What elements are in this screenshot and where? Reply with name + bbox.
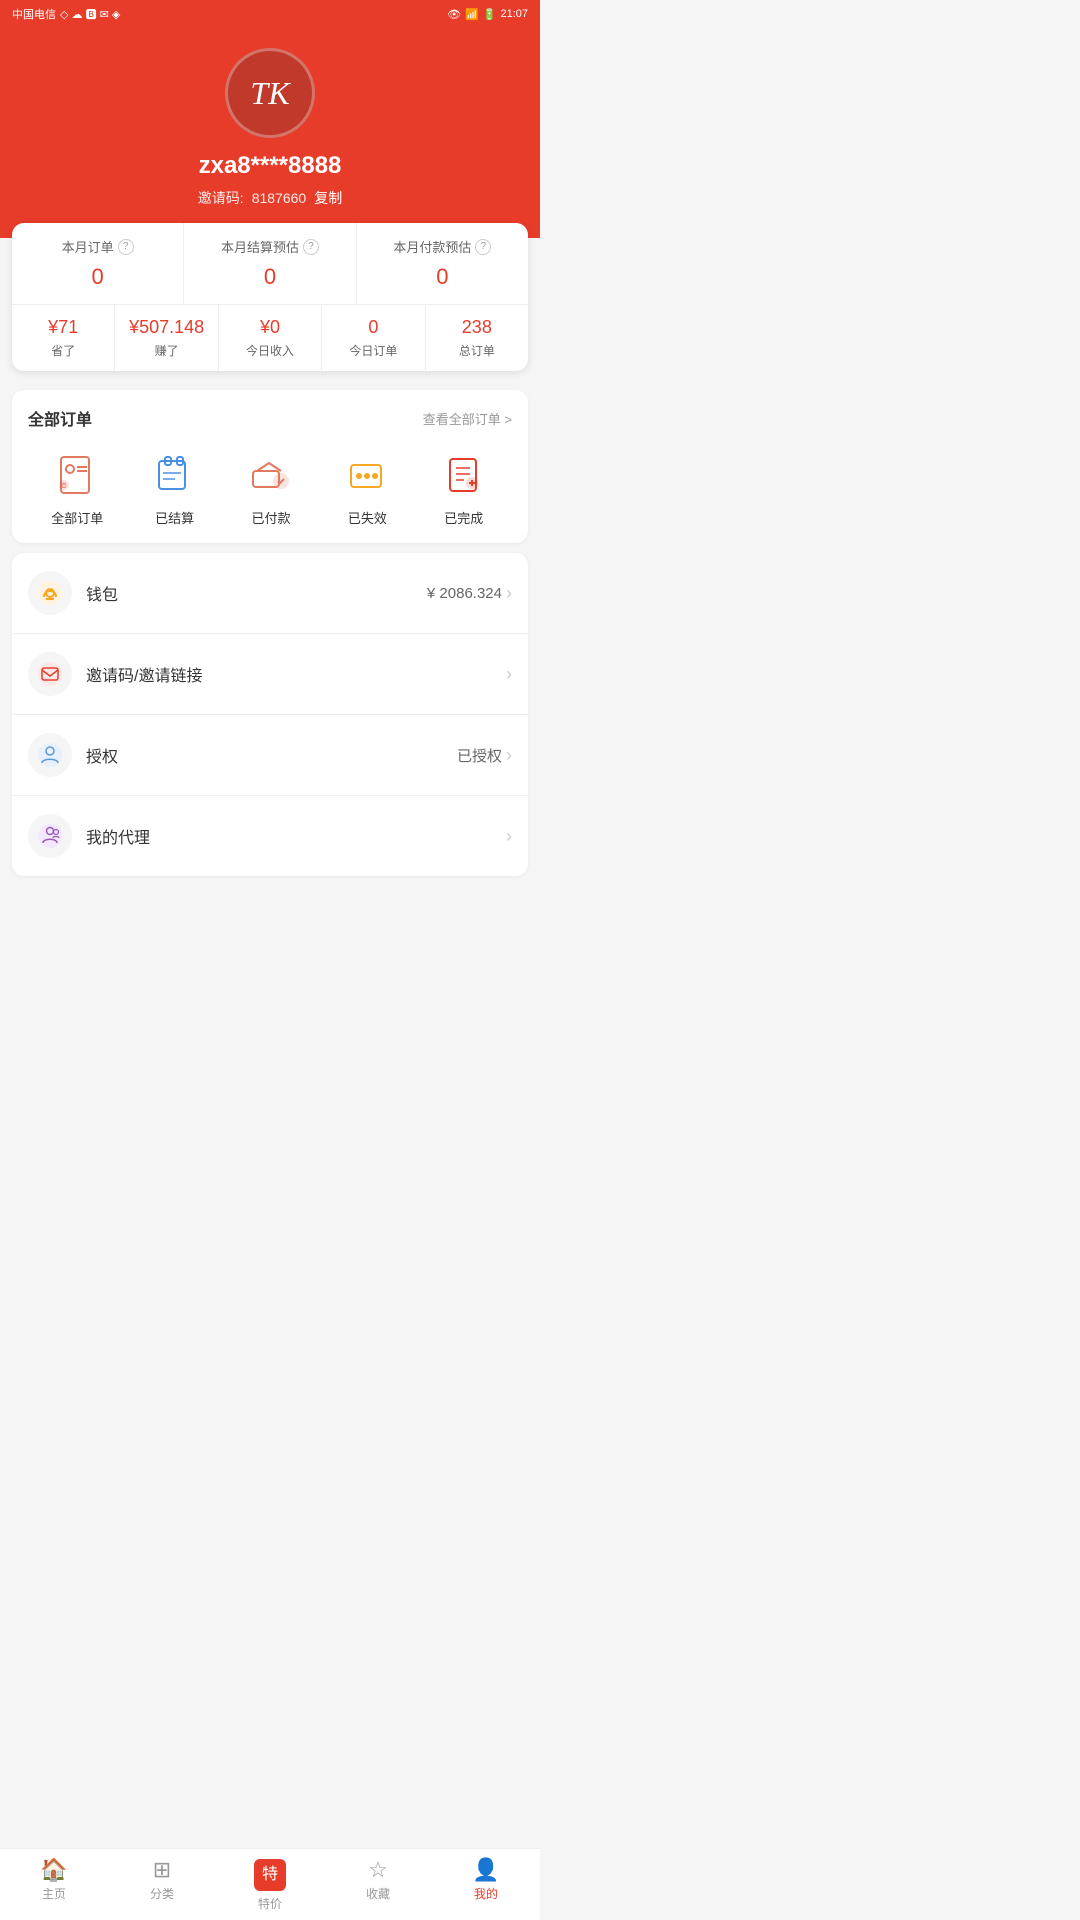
nav-label-deals: 特价 bbox=[258, 1895, 282, 1912]
home-icon: 🏠 bbox=[40, 1859, 67, 1881]
eye-icon: 👁 bbox=[447, 8, 461, 21]
invite-code-value: 8187660 bbox=[252, 190, 307, 206]
auth-value: 已授权 bbox=[457, 745, 502, 766]
stat-monthly-payment-value: 0 bbox=[365, 264, 520, 290]
copy-button[interactable]: 复制 bbox=[314, 188, 342, 208]
mine-icon: 👤 bbox=[472, 1859, 499, 1881]
profile-header: TK zxa8****8888 邀请码: 8187660 复制 bbox=[0, 28, 540, 238]
settled-icon bbox=[150, 450, 200, 500]
category-icon: ⊞ bbox=[153, 1859, 171, 1881]
wallet-icon-wrap bbox=[28, 571, 72, 615]
help-icon-1[interactable]: ? bbox=[303, 239, 319, 255]
stat-monthly-settlement-value: 0 bbox=[192, 264, 347, 290]
status-bar: 中国电信 ◇ ☁ 🅱 ✉ ◈ 👁 📶 🔋 21:07 bbox=[0, 0, 540, 28]
paid-icon bbox=[246, 450, 296, 500]
expired-label: 已失效 bbox=[348, 508, 387, 527]
chevron-right-icon-3: › bbox=[506, 745, 512, 766]
avatar: TK bbox=[225, 48, 315, 138]
chevron-right-icon: › bbox=[506, 583, 512, 604]
menu-list: 钱包 ¥ 2086.324 › 邀请码/邀请链接 › bbox=[12, 553, 528, 876]
stats-top-row: 本月订单 ? 0 本月结算预估 ? 0 本月付款预估 ? 0 bbox=[12, 223, 528, 305]
help-icon-2[interactable]: ? bbox=[475, 239, 491, 255]
nav-item-category[interactable]: ⊞ 分类 bbox=[108, 1849, 216, 1920]
chevron-right-icon-4: › bbox=[506, 826, 512, 847]
orders-section: 全部订单 查看全部订单 > ⏱ 全部订单 bbox=[12, 390, 528, 543]
deals-icon: 特 bbox=[254, 1859, 286, 1891]
order-type-expired[interactable]: 已失效 bbox=[342, 450, 392, 527]
agent-label: 我的代理 bbox=[86, 824, 506, 848]
nav-item-deals[interactable]: 特 特价 bbox=[216, 1849, 324, 1920]
battery-icon: 🔋 bbox=[483, 8, 497, 21]
stat-monthly-orders-value: 0 bbox=[20, 264, 175, 290]
expired-icon bbox=[342, 450, 392, 500]
all-orders-label: 全部订单 bbox=[51, 508, 103, 527]
order-type-settled[interactable]: 已结算 bbox=[150, 450, 200, 527]
paid-label: 已付款 bbox=[251, 508, 290, 527]
agent-right: › bbox=[506, 826, 512, 847]
signal-icons: ◇ ☁ 🅱 ✉ ◈ bbox=[60, 6, 120, 22]
time-text: 21:07 bbox=[500, 8, 528, 20]
stat-today-income: ¥0 今日收入 bbox=[219, 305, 322, 371]
wifi-icon: 📶 bbox=[465, 8, 479, 21]
all-orders-icon: ⏱ bbox=[52, 450, 102, 500]
stat-saved: ¥71 省了 bbox=[12, 305, 115, 371]
nav-label-mine: 我的 bbox=[474, 1885, 498, 1902]
completed-icon bbox=[439, 450, 489, 500]
invite-label: 邀请码/邀请链接 bbox=[86, 662, 506, 686]
stat-monthly-payment: 本月付款预估 ? 0 bbox=[357, 223, 528, 304]
stat-monthly-settlement: 本月结算预估 ? 0 bbox=[184, 223, 356, 304]
nav-label-home: 主页 bbox=[42, 1885, 66, 1902]
order-icons-row: ⏱ 全部订单 已结算 bbox=[28, 450, 512, 527]
status-left: 中国电信 ◇ ☁ 🅱 ✉ ◈ bbox=[12, 6, 120, 22]
svg-text:⏱: ⏱ bbox=[61, 482, 67, 490]
nav-item-mine[interactable]: 👤 我的 bbox=[432, 1849, 540, 1920]
chevron-right-icon-2: › bbox=[506, 664, 512, 685]
wallet-label: 钱包 bbox=[86, 581, 427, 605]
orders-section-title: 全部订单 bbox=[28, 406, 92, 430]
nav-item-home[interactable]: 🏠 主页 bbox=[0, 1849, 108, 1920]
menu-item-invite[interactable]: 邀请码/邀请链接 › bbox=[12, 634, 528, 715]
invite-code-row: 邀请码: 8187660 复制 bbox=[20, 188, 520, 208]
username-text: zxa8****8888 bbox=[20, 152, 520, 180]
invite-label: 邀请码: bbox=[198, 188, 244, 208]
invite-right: › bbox=[506, 664, 512, 685]
carrier-text: 中国电信 bbox=[12, 6, 56, 22]
order-type-all[interactable]: ⏱ 全部订单 bbox=[51, 450, 103, 527]
stat-total-orders: 238 总订单 bbox=[426, 305, 528, 371]
stat-today-orders: 0 今日订单 bbox=[322, 305, 425, 371]
stat-earned: ¥507.148 赚了 bbox=[115, 305, 218, 371]
settled-label: 已结算 bbox=[155, 508, 194, 527]
stats-bottom-row: ¥71 省了 ¥507.148 赚了 ¥0 今日收入 0 今日订单 238 总订… bbox=[12, 305, 528, 371]
order-type-paid[interactable]: 已付款 bbox=[246, 450, 296, 527]
favorites-icon: ☆ bbox=[368, 1859, 388, 1881]
wallet-value: ¥ 2086.324 bbox=[427, 585, 502, 602]
wallet-right: ¥ 2086.324 › bbox=[427, 583, 512, 604]
stats-card: 本月订单 ? 0 本月结算预估 ? 0 本月付款预估 ? 0 bbox=[12, 223, 528, 371]
menu-item-agent[interactable]: 我的代理 › bbox=[12, 796, 528, 876]
nav-label-favorites: 收藏 bbox=[366, 1885, 390, 1902]
nav-label-category: 分类 bbox=[150, 1885, 174, 1902]
auth-label: 授权 bbox=[86, 743, 457, 767]
menu-item-wallet[interactable]: 钱包 ¥ 2086.324 › bbox=[12, 553, 528, 634]
auth-right: 已授权 › bbox=[457, 745, 512, 766]
avatar-text: TK bbox=[250, 75, 289, 112]
completed-label: 已完成 bbox=[444, 508, 483, 527]
bottom-nav: 🏠 主页 ⊞ 分类 特 特价 ☆ 收藏 👤 我的 bbox=[0, 1848, 540, 1920]
orders-header: 全部订单 查看全部订单 > bbox=[28, 406, 512, 430]
view-all-orders-link[interactable]: 查看全部订单 > bbox=[423, 409, 512, 428]
stat-monthly-orders: 本月订单 ? 0 bbox=[12, 223, 184, 304]
nav-item-favorites[interactable]: ☆ 收藏 bbox=[324, 1849, 432, 1920]
status-right: 👁 📶 🔋 21:07 bbox=[447, 8, 528, 21]
auth-icon-wrap bbox=[28, 733, 72, 777]
menu-item-auth[interactable]: 授权 已授权 › bbox=[12, 715, 528, 796]
help-icon-0[interactable]: ? bbox=[118, 239, 134, 255]
agent-icon-wrap bbox=[28, 814, 72, 858]
invite-icon-wrap bbox=[28, 652, 72, 696]
order-type-completed[interactable]: 已完成 bbox=[439, 450, 489, 527]
